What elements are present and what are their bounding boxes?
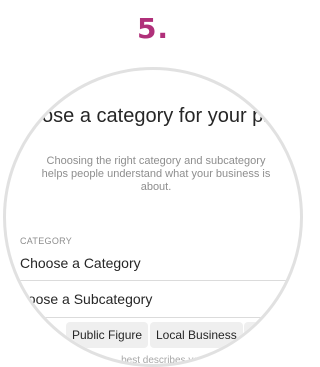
suggestion-chip-local-business[interactable]: Local Business [150, 322, 243, 348]
divider [20, 317, 300, 318]
choose-category-row[interactable]: Choose a Category [20, 255, 300, 271]
suggestion-chip-partial[interactable]: D [244, 322, 286, 348]
page-title: Choose a category for your profile [5, 105, 303, 127]
profile-category-screen: Choose a category for your profile Choos… [5, 70, 303, 366]
suggestion-chip[interactable] [34, 322, 52, 348]
category-row-label: Choose a Category [20, 255, 141, 271]
chevron-right-icon [294, 256, 300, 270]
helper-text: best describes yo [121, 355, 199, 366]
divider [20, 280, 300, 281]
subcategory-row-label: hoose a Subcategory [20, 291, 153, 307]
magnifier-lens: Choose a category for your profile Choos… [3, 67, 303, 367]
choose-subcategory-row[interactable]: hoose a Subcategory [20, 291, 300, 307]
page-description: Choosing the right category and subcateg… [41, 155, 271, 193]
step-number: 5. [136, 12, 170, 45]
suggestion-chip-public-figure[interactable]: Public Figure [66, 322, 149, 348]
section-label: CATEGORY [20, 236, 73, 246]
suggested-categories: Public Figure Local Business D [6, 322, 300, 352]
